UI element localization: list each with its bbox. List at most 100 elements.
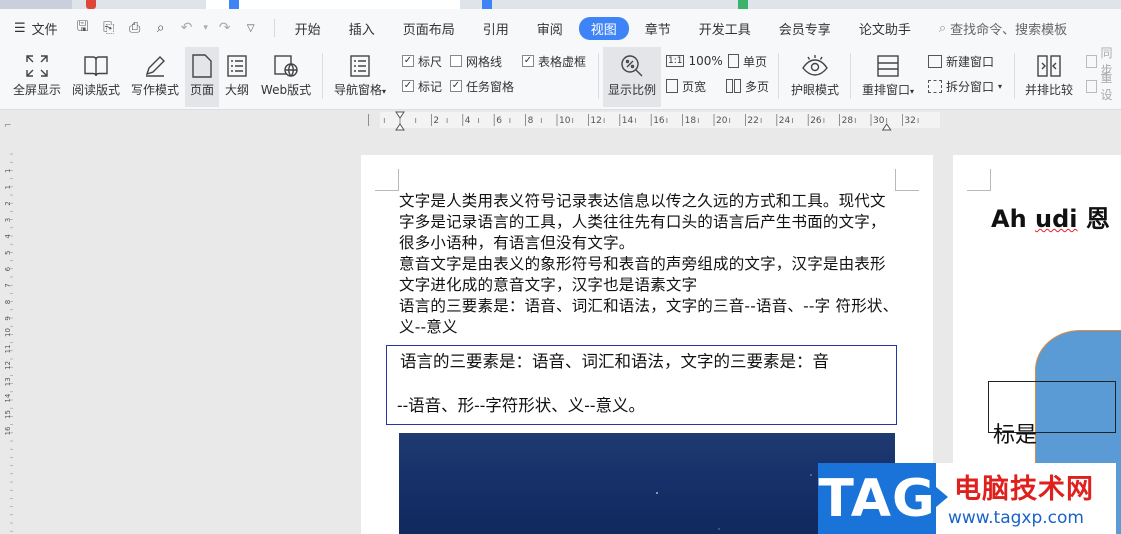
ruler-tick-label: 26 [810, 116, 822, 126]
one-to-one-icon: 1:1 [666, 55, 685, 67]
eye-icon [801, 51, 829, 81]
paragraph[interactable]: 文字是人类用表义符号记录表达信息以传之久远的方式和工具。现代文字多是记录语言的工… [399, 191, 899, 254]
paragraph[interactable]: 语言的三要素是：语音、词汇和语法，文字的三音--语音、--字 符形状、义--意义 [399, 296, 899, 338]
print-icon[interactable]: ⎙ [124, 20, 146, 36]
tab-review[interactable]: 审阅 [525, 17, 575, 40]
redo-icon[interactable]: ↷ [214, 20, 236, 36]
multi-page-button[interactable]: 多页 [726, 75, 769, 97]
vertical-ruler-label: 15 [4, 410, 12, 419]
vertical-ruler-label: 14 [4, 393, 12, 402]
ruler-tick-label: 28 [842, 116, 854, 126]
page-view-button[interactable]: 页面 [185, 47, 219, 107]
page-2-heading[interactable]: Ah udi 恩 [991, 199, 1110, 234]
text-box[interactable]: 语言的三要素是：语音、词汇和语法，文字的三要素是：音 --语音、形--字符形状、… [386, 345, 897, 425]
command-search[interactable]: ⌕ 查找命令、搜索模板 [939, 19, 1067, 38]
watermark-site-name: 电脑技术网 [954, 474, 1094, 505]
ruler-tick-label: 4 [465, 116, 471, 126]
write-mode-button[interactable]: 写作模式 [127, 47, 183, 107]
tab-section[interactable]: 章节 [633, 17, 683, 40]
ruler-tick-label: 20 [716, 116, 728, 126]
gridlines-unchecked-icon [450, 55, 462, 67]
tab-references[interactable]: 引用 [471, 17, 521, 40]
undo-dropdown-icon[interactable]: ▾ [202, 23, 210, 33]
vertical-ruler-label: 1 [4, 169, 12, 173]
ribbon-separator [1014, 53, 1015, 99]
reset-position-button[interactable]: 重设 [1086, 71, 1121, 102]
ruler-tick-label: 2 [433, 116, 439, 126]
ruler-checkbox[interactable]: ✓ 标尺 [402, 50, 442, 72]
vertical-ruler-label: 3 [4, 218, 12, 222]
vertical-ruler-label: 12 [4, 361, 12, 370]
view-ribbon: 全屏显示 阅读版式 写作模式 页面 大纲 Web版式 导航窗格▾ ✓ 标尺 网格… [0, 46, 1121, 110]
horizontal-ruler[interactable]: ⌐ 2 4 6 8 10 12 14 16 18 20 22 24 26 28 30 32 [0, 110, 1121, 132]
text-box-line[interactable]: 语言的三要素是：语音、词汇和语法，文字的三要素是：音 [400, 350, 896, 374]
page-2-label[interactable]: 标是 [993, 417, 1037, 449]
outline-button[interactable]: 大纲 [221, 47, 253, 107]
web-layout-button[interactable]: Web版式 [256, 47, 316, 107]
watermark-url: www.tagxp.com [948, 508, 1084, 528]
marks-check-icon: ✓ [402, 80, 414, 92]
site-watermark: TAG 电脑技术网 www.tagxp.com [818, 463, 1116, 534]
vertical-ruler-label: 13 [4, 377, 12, 386]
sync-scroll-icon [1086, 54, 1097, 68]
quick-access-toolbar: 🖫 ⎘ ⎙ ⌕ ↶ ▾ ↷ ▽ [66, 16, 268, 40]
page-icon [191, 51, 213, 81]
split-window-button[interactable]: 拆分窗口 ▾ [928, 75, 1002, 97]
zoom-percent-icon [619, 51, 645, 81]
single-page-button[interactable]: 单页 [728, 50, 767, 72]
ruler-tick-label: 32 [904, 116, 915, 126]
arrange-window-button[interactable]: 重排窗口▾ [856, 47, 920, 107]
ruler-tick-label: 14 [622, 116, 634, 126]
gridlines-checkbox[interactable]: 网格线 [450, 50, 502, 72]
undo-icon[interactable]: ↶ [176, 20, 198, 36]
page-width-button[interactable]: 页宽 [666, 75, 706, 97]
tab-paper-assistant[interactable]: 论文助手 [847, 17, 923, 40]
task-pane-checkbox[interactable]: ✓ 任务窗格 [450, 75, 514, 97]
table-gridlines-checkbox[interactable]: ✓ 表格虚框 [522, 50, 586, 72]
vertical-ruler[interactable]: 1 1 2 3 4 5 6 7 8 9 10 11 12 13 14 15 16 [0, 132, 14, 534]
task-pane-check-icon: ✓ [450, 80, 462, 92]
file-menu[interactable]: ☰ 文件 [0, 19, 66, 38]
export-pdf-icon[interactable]: ⎘ [98, 20, 120, 36]
ruler-tick-label: 24 [779, 116, 791, 126]
nav-pane-button[interactable]: 导航窗格▾ [328, 47, 392, 107]
multi-page-icon [726, 79, 741, 93]
search-icon: ⌕ [938, 20, 947, 36]
single-page-icon [728, 54, 739, 68]
body-text[interactable]: 文字是人类用表义符号记录表达信息以传之久远的方式和工具。现代文字多是记录语言的工… [399, 191, 899, 338]
ribbon-separator [598, 53, 599, 99]
hamburger-icon: ☰ [14, 20, 26, 36]
new-window-button[interactable]: 新建窗口 [928, 50, 994, 72]
nav-pane-icon [349, 51, 371, 81]
save-icon[interactable]: 🖫 [72, 16, 94, 40]
tab-home[interactable]: 开始 [283, 17, 333, 40]
ribbon-separator [778, 53, 779, 99]
outline-icon [226, 51, 248, 81]
fullscreen-button[interactable]: 全屏显示 [6, 47, 68, 107]
ribbon-tabs: 开始 插入 页面布局 引用 审阅 视图 章节 开发工具 会员专享 论文助手 [281, 16, 925, 40]
tab-insert[interactable]: 插入 [337, 17, 387, 40]
vertical-ruler-label: 2 [4, 201, 12, 205]
customize-dropdown-icon[interactable]: ▽ [240, 23, 262, 34]
eye-protection-button[interactable]: 护眼模式 [786, 47, 844, 107]
tab-stop-marker-icon: ⌐ [4, 121, 12, 131]
tab-page-layout[interactable]: 页面布局 [391, 17, 467, 40]
tab-developer[interactable]: 开发工具 [687, 17, 763, 40]
tab-view[interactable]: 视图 [578, 16, 629, 40]
tab-member[interactable]: 会员专享 [767, 17, 843, 40]
ruler-tick-label: 6 [496, 116, 502, 126]
print-preview-icon[interactable]: ⌕ [150, 20, 172, 36]
side-by-side-button[interactable]: 并排比较 [1020, 47, 1078, 107]
text-box-line[interactable]: --语音、形--字符形状、义--意义。 [397, 394, 896, 418]
vertical-ruler-label: 11 [4, 344, 12, 353]
menu-separator [273, 19, 275, 37]
pen-icon [143, 51, 167, 81]
zoom-100-button[interactable]: 1:1 100% [666, 50, 723, 72]
vertical-ruler-label: 10 [4, 328, 12, 337]
read-mode-button[interactable]: 阅读版式 [68, 47, 124, 107]
zoom-button[interactable]: 显示比例 [603, 47, 661, 107]
vertical-ruler-label: 5 [4, 251, 12, 255]
paragraph[interactable]: 意音文字是由表义的象形符号和表音的声旁组成的文字，汉字是由表形文字进化成的意音文… [399, 254, 899, 296]
marks-checkbox[interactable]: ✓ 标记 [402, 75, 442, 97]
vertical-ruler-label: 7 [4, 283, 12, 287]
